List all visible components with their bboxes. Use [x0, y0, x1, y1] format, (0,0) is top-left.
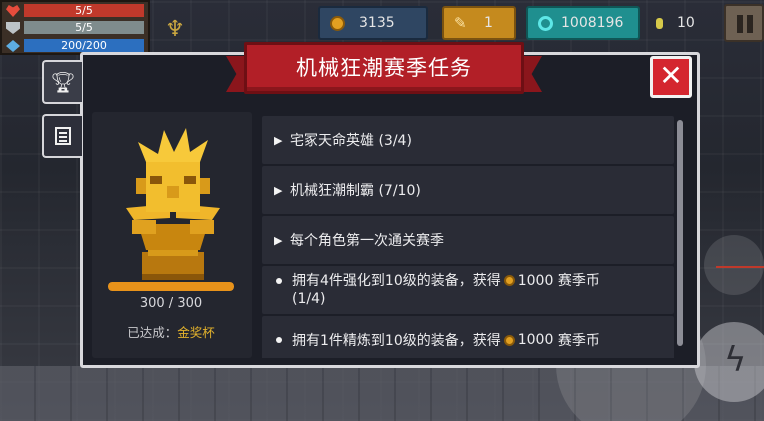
armor-bar: 5/5 [24, 21, 144, 34]
heart-icon [6, 5, 20, 17]
expand-arrow-icon: ▶ [274, 233, 283, 247]
feather-amount: 1 [484, 15, 493, 31]
feather-icon: ✎ [454, 14, 467, 32]
gold-counter: 3135 [318, 6, 428, 40]
task-item[interactable]: ▶ 宅冢天命英雄 (3/4) [262, 116, 674, 164]
gold-amount: 3135 [359, 15, 395, 31]
task-reward-amount: 1000 [517, 273, 554, 289]
expand-arrow-icon: ▶ [274, 183, 283, 197]
gold-trophy-statue [126, 128, 220, 280]
task-text: 机械狂潮制霸 (7/10) [290, 183, 421, 199]
close-button[interactable]: ✕ [650, 56, 692, 98]
tab-task-list[interactable] [42, 114, 82, 158]
gold-coin-icon [330, 15, 345, 31]
hp-bar: 5/5 [24, 4, 144, 17]
task-list: ▶ 宅冢天命英雄 (3/4) ▶ 机械狂潮制霸 (7/10) ▶ 每个角色第一次… [262, 112, 686, 358]
pause-button[interactable] [724, 4, 764, 42]
trophy-progress-fill [108, 282, 234, 291]
achieved-label: 已达成： [127, 325, 178, 340]
energy-icon [6, 40, 20, 52]
season-coin-icon [503, 334, 515, 346]
aim-line [716, 266, 764, 268]
close-icon: ✕ [659, 59, 683, 92]
bullet-icon [276, 278, 282, 284]
modal-title: 机械狂潮赛季任务 [244, 42, 524, 94]
player-stats: 5/5 5/5 200/200 [0, 0, 150, 55]
token-counter: 10 [646, 6, 716, 40]
season-coin-icon [503, 275, 515, 286]
task-item: 拥有1件精炼到10级的装备，获得 1000 赛季币 [262, 316, 674, 358]
trophy-icon: 🏆︎ [50, 70, 76, 94]
gem-icon [538, 15, 553, 31]
task-list-scrollbar[interactable] [677, 120, 683, 346]
task-item: 拥有4件强化到10级的装备，获得 1000 赛季币 (1/4) [262, 266, 674, 314]
lightning-icon: ϟ [724, 340, 747, 380]
token-icon [656, 17, 663, 29]
trophy-progress-text: 300 / 300 [139, 296, 203, 311]
shield-icon [6, 22, 20, 34]
energy-bar: 200/200 [24, 39, 144, 52]
achieved-status: 已达成：金奖杯 [104, 322, 238, 341]
feather-counter: ✎ 1 [442, 6, 516, 40]
task-progress: (1/4) [292, 291, 326, 307]
task-reward-unit: 赛季币 [557, 273, 600, 289]
task-item[interactable]: ▶ 机械狂潮制霸 (7/10) [262, 166, 674, 214]
list-icon [55, 127, 71, 145]
weapon-switch-button[interactable] [704, 235, 764, 295]
token-amount: 10 [677, 15, 695, 31]
gem-counter: 1008196 [526, 6, 640, 40]
task-item[interactable]: ▶ 每个角色第一次通关赛季 [262, 216, 674, 264]
gem-amount: 1008196 [561, 15, 624, 31]
buff-icon: ♆ [165, 17, 185, 42]
bullet-icon [276, 337, 282, 343]
expand-arrow-icon: ▶ [274, 133, 283, 147]
task-text: 宅冢天命英雄 (3/4) [290, 133, 412, 149]
task-reward-unit: 赛季币 [557, 333, 600, 349]
trophy-progress-bar [108, 282, 234, 291]
task-text: 拥有4件强化到10级的装备，获得 [292, 273, 501, 289]
task-text: 拥有1件精炼到10级的装备，获得 [292, 333, 501, 349]
task-text: 每个角色第一次通关赛季 [290, 233, 444, 249]
achieved-trophy: 金奖杯 [177, 325, 215, 340]
skill-button[interactable]: ϟ [694, 322, 764, 402]
task-reward-amount: 1000 [517, 332, 554, 348]
tab-trophy[interactable]: 🏆︎ [42, 60, 82, 104]
